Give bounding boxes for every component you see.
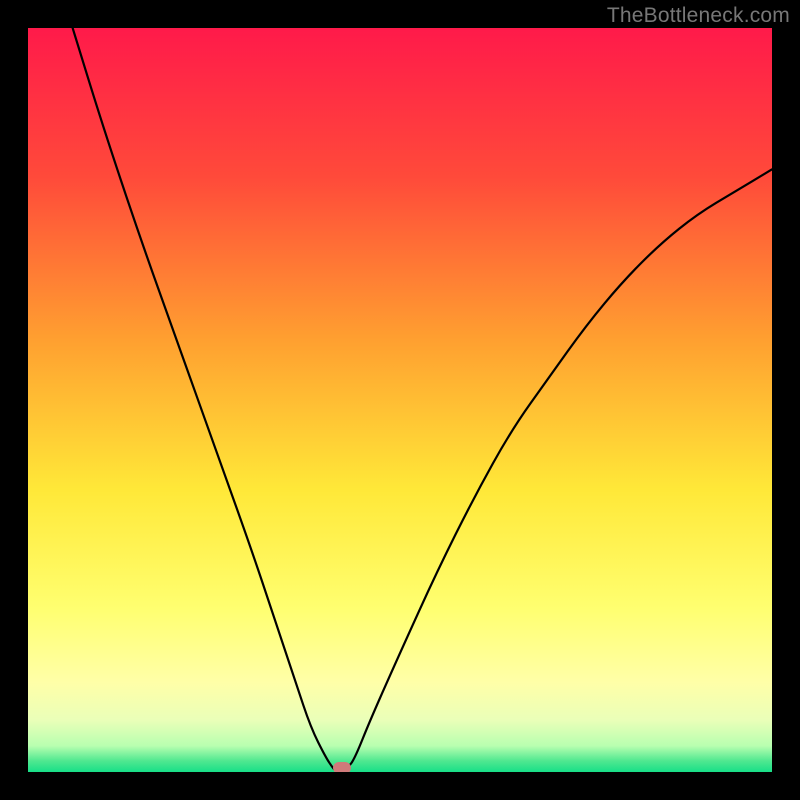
bottleneck-curve [28,28,772,772]
minimum-marker [333,762,351,772]
plot-area [28,28,772,772]
chart-frame: TheBottleneck.com [0,0,800,800]
watermark-text: TheBottleneck.com [607,4,790,28]
